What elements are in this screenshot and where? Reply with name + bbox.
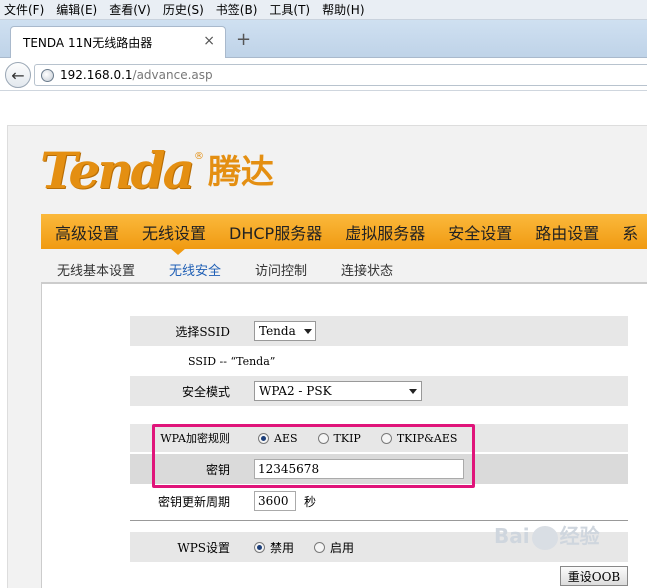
watermark-text-left: Bai — [494, 524, 530, 548]
key-renew-row: 密钥更新周期 3600 秒 — [130, 486, 628, 516]
logo-chinese: 腾达 — [208, 152, 274, 191]
nav-advanced[interactable]: 高级设置 — [41, 220, 128, 244]
watermark-text-right: 经验 — [559, 524, 600, 548]
menu-history[interactable]: 历史(S) — [163, 1, 204, 18]
highlight-box — [152, 424, 475, 488]
menu-view[interactable]: 查看(V) — [109, 1, 151, 18]
nav-dhcp[interactable]: DHCP服务器 — [215, 220, 331, 244]
subnav-connection-status[interactable]: 连接状态 — [341, 260, 393, 279]
sub-nav: 无线基本设置 无线安全 访问控制 连接状态 — [41, 256, 647, 282]
wps-option-disable-label: 禁用 — [270, 540, 295, 555]
baidu-watermark: Bai 经验 — [494, 520, 600, 550]
security-mode-select[interactable]: WPA2 - PSK — [254, 381, 422, 401]
radio-selected-icon[interactable] — [254, 541, 265, 553]
reset-oob-button[interactable]: 重设OOB — [560, 566, 628, 586]
ssid-select-value: Tenda — [259, 324, 296, 338]
tab-title: TENDA 11N无线路由器 — [23, 36, 153, 50]
key-renew-unit: 秒 — [304, 494, 317, 509]
radio-icon[interactable] — [314, 541, 326, 553]
navigation-bar: ← 192.168.0.1 /advance.asp — [0, 58, 647, 91]
back-button[interactable]: ← — [5, 62, 31, 88]
security-mode-row: 安全模式 WPA2 - PSK — [130, 376, 628, 406]
url-host: 192.168.0.1 — [60, 68, 133, 82]
ssid-info-row: SSID -- “Tenda” — [130, 346, 628, 376]
menu-edit[interactable]: 编辑(E) — [56, 1, 97, 18]
key-renew-label: 密钥更新周期 — [157, 494, 230, 509]
ssid-info: SSID -- “Tenda” — [188, 354, 276, 368]
nav-security[interactable]: 安全设置 — [434, 220, 521, 244]
menu-tools[interactable]: 工具(T) — [269, 1, 310, 18]
logo-wordmark: Tenda — [40, 141, 195, 200]
nav-system[interactable]: 系 — [608, 220, 647, 244]
tab-strip: TENDA 11N无线路由器 × + — [0, 20, 647, 58]
key-renew-input[interactable]: 3600 — [254, 491, 296, 511]
wps-option-enable-label: 启用 — [330, 540, 355, 555]
active-nav-pointer — [170, 248, 186, 255]
key-renew-value: 3600 — [258, 494, 289, 508]
menu-file[interactable]: 文件(F) — [4, 1, 44, 18]
main-nav: 高级设置 无线设置 DHCP服务器 虚拟服务器 安全设置 路由设置 系 — [41, 214, 647, 249]
wps-option-disable[interactable]: 禁用 — [254, 539, 294, 556]
security-mode-value: WPA2 - PSK — [259, 384, 332, 398]
ssid-select[interactable]: Tenda — [254, 321, 316, 341]
close-icon[interactable]: × — [203, 33, 215, 49]
subnav-wireless-basic[interactable]: 无线基本设置 — [57, 260, 135, 279]
ssid-row: 选择SSID Tenda — [130, 316, 628, 346]
wps-label: WPS设置 — [177, 540, 230, 555]
address-bar[interactable]: 192.168.0.1 /advance.asp — [34, 64, 647, 86]
new-tab-icon[interactable]: + — [236, 29, 251, 50]
tenda-logo: Tenda ® 腾达 — [40, 140, 274, 196]
browser-tab[interactable]: TENDA 11N无线路由器 × — [10, 26, 226, 58]
security-mode-label: 安全模式 — [181, 384, 230, 399]
logo-trademark: ® — [194, 151, 204, 162]
nav-wireless[interactable]: 无线设置 — [128, 220, 215, 244]
baidu-paw-icon — [531, 525, 558, 550]
subnav-access-control[interactable]: 访问控制 — [255, 260, 307, 279]
chevron-down-icon — [303, 328, 312, 334]
nav-routing[interactable]: 路由设置 — [521, 220, 608, 244]
globe-icon — [41, 68, 54, 82]
menu-help[interactable]: 帮助(H) — [322, 1, 364, 18]
wps-option-enable[interactable]: 启用 — [314, 539, 354, 556]
nav-virtual-server[interactable]: 虚拟服务器 — [331, 220, 434, 244]
chevron-down-icon — [409, 388, 417, 394]
subnav-wireless-security[interactable]: 无线安全 — [169, 260, 221, 279]
browser-menubar: 文件(F) 编辑(E) 查看(V) 历史(S) 书签(B) 工具(T) 帮助(H… — [0, 0, 647, 20]
url-path: /advance.asp — [132, 68, 213, 82]
ssid-label: 选择SSID — [175, 324, 230, 339]
menu-bookmarks[interactable]: 书签(B) — [216, 1, 258, 18]
